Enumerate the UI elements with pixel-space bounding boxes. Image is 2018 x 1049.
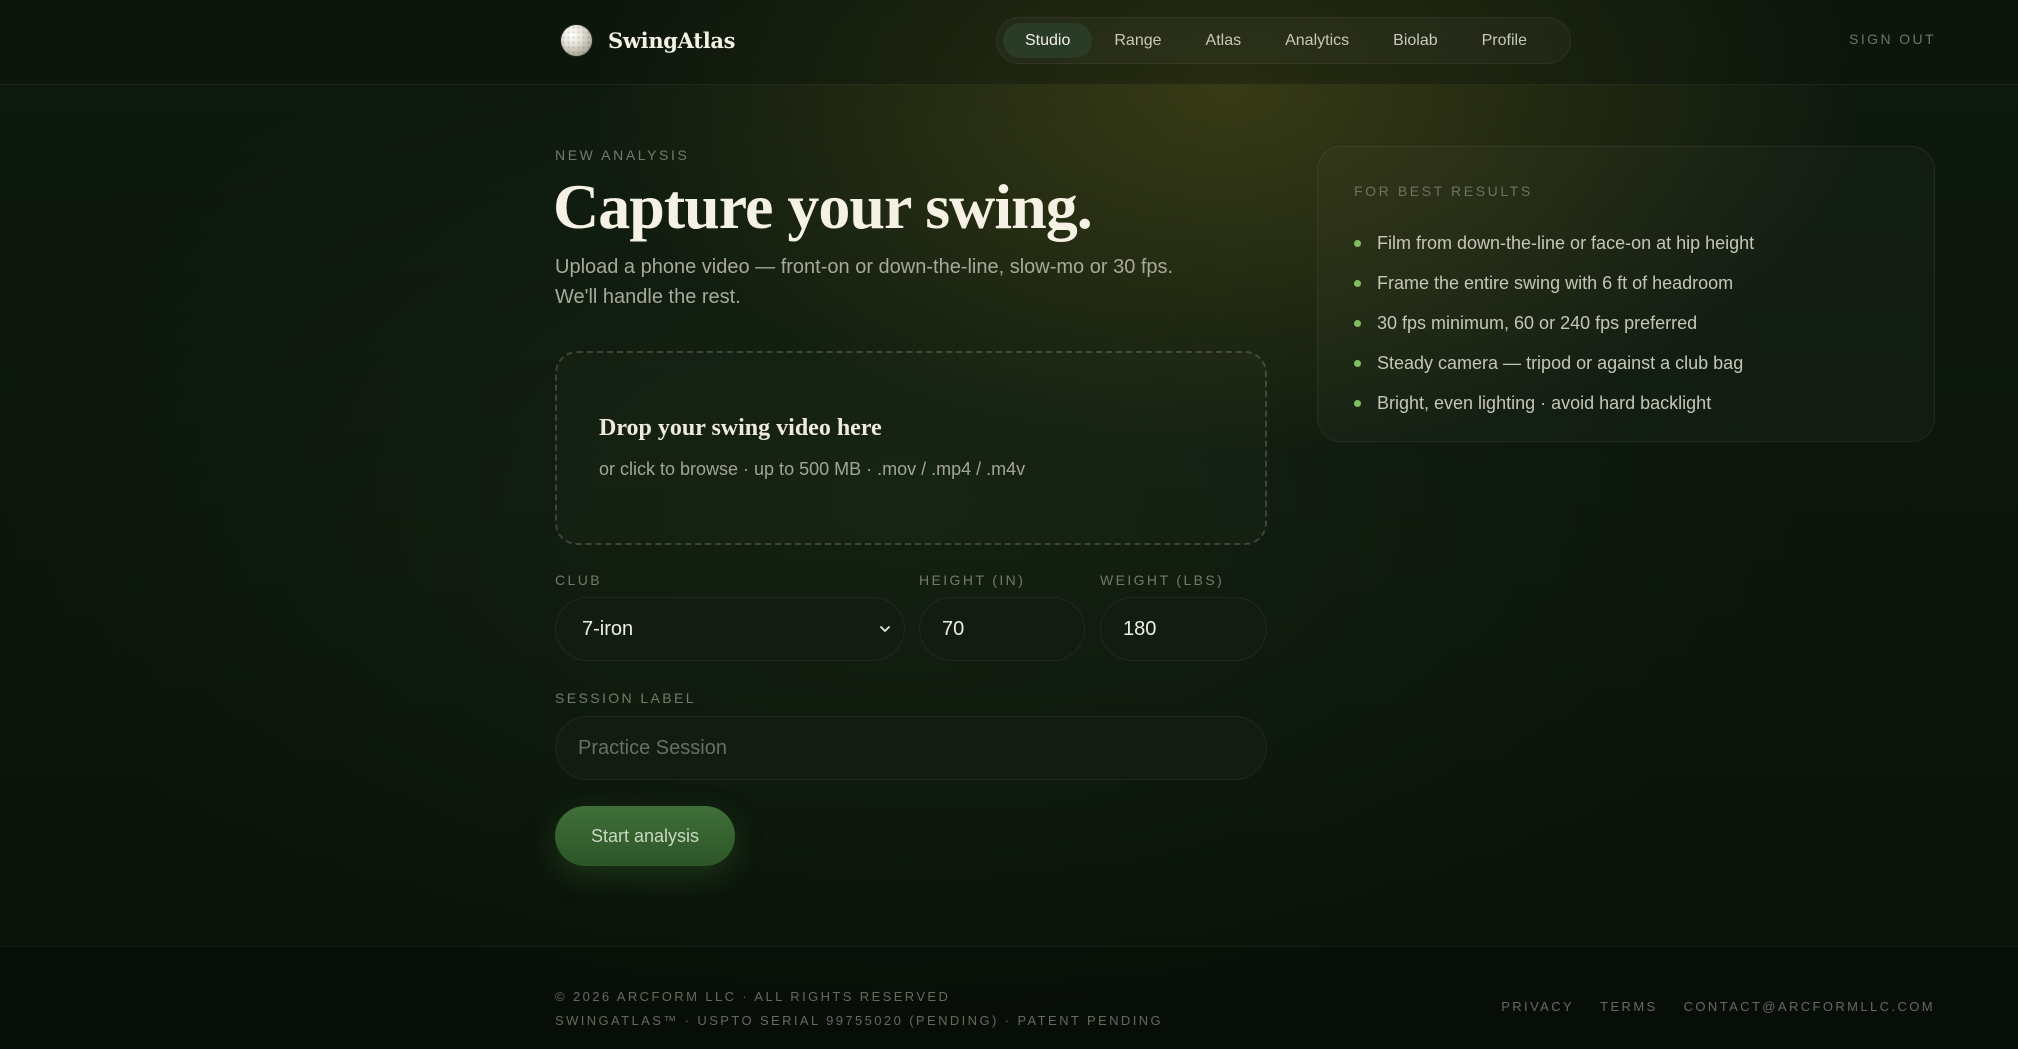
club-select-value: 7-iron bbox=[582, 617, 634, 640]
dropzone-hint: or click to browse · up to 500 MB · .mov… bbox=[599, 459, 1026, 479]
footer-links: PRIVACY TERMS CONTACT@ARCFORMLLC.COM bbox=[1501, 999, 1935, 1014]
bullet-icon bbox=[1354, 359, 1361, 367]
list-item: Film from down-the-line or face-on at hi… bbox=[1354, 223, 1754, 263]
tip-text: 30 fps minimum, 60 or 240 fps preferred bbox=[1377, 312, 1698, 333]
main-nav: Studio Range Atlas Analytics Biolab Prof… bbox=[996, 17, 1571, 64]
bullet-icon bbox=[1354, 399, 1361, 407]
nav-item-atlas[interactable]: Atlas bbox=[1184, 23, 1264, 58]
list-item: Steady camera — tripod or against a club… bbox=[1354, 343, 1754, 383]
best-results-card: FOR BEST RESULTS Film from down-the-line… bbox=[1317, 146, 1935, 442]
nav-item-analytics[interactable]: Analytics bbox=[1263, 23, 1371, 58]
club-label: CLUB bbox=[555, 572, 602, 588]
patent-text: SWINGATLAS™ · USPTO SERIAL 99755020 (PEN… bbox=[555, 1013, 1164, 1028]
contact-email-link[interactable]: CONTACT@ARCFORMLLC.COM bbox=[1684, 999, 1935, 1014]
club-select[interactable]: 7-iron bbox=[555, 597, 905, 661]
weight-label: WEIGHT (LBS) bbox=[1100, 572, 1225, 588]
top-bar: SwingAtlas Studio Range Atlas Analytics … bbox=[0, 0, 2018, 85]
bullet-icon bbox=[1354, 319, 1361, 327]
tips-list: Film from down-the-line or face-on at hi… bbox=[1354, 223, 1754, 423]
list-item: Frame the entire swing with 6 ft of head… bbox=[1354, 263, 1754, 303]
session-label: SESSION LABEL bbox=[555, 690, 696, 706]
brand-name: SwingAtlas bbox=[608, 27, 736, 53]
footer: © 2026 ARCFORM LLC · ALL RIGHTS RESERVED… bbox=[0, 946, 2018, 1049]
bullet-icon bbox=[1354, 279, 1361, 287]
weight-input[interactable]: 180 bbox=[1100, 597, 1267, 661]
tip-text: Bright, even lighting · avoid hard backl… bbox=[1377, 392, 1712, 413]
height-input[interactable]: 70 bbox=[919, 597, 1085, 661]
nav-item-studio[interactable]: Studio bbox=[1003, 23, 1093, 58]
weight-input-value: 180 bbox=[1123, 617, 1157, 640]
brand[interactable]: SwingAtlas bbox=[561, 24, 736, 56]
section-eyebrow: NEW ANALYSIS bbox=[555, 147, 690, 163]
video-dropzone[interactable]: Drop your swing video here or click to b… bbox=[555, 351, 1267, 545]
session-input-placeholder: Practice Session bbox=[578, 736, 727, 759]
page-title: Capture your swing. bbox=[553, 171, 1093, 242]
sign-out-link[interactable]: SIGN OUT bbox=[1849, 31, 1936, 47]
list-item: 30 fps minimum, 60 or 240 fps preferred bbox=[1354, 303, 1754, 343]
nav-item-profile[interactable]: Profile bbox=[1460, 23, 1549, 58]
chevron-down-icon bbox=[880, 626, 890, 632]
height-input-value: 70 bbox=[942, 617, 965, 640]
start-analysis-button[interactable]: Start analysis bbox=[555, 806, 735, 866]
nav-item-range[interactable]: Range bbox=[1092, 23, 1183, 58]
copyright-text: © 2026 ARCFORM LLC · ALL RIGHTS RESERVED bbox=[555, 989, 951, 1004]
list-item: Bright, even lighting · avoid hard backl… bbox=[1354, 383, 1754, 423]
height-label: HEIGHT (IN) bbox=[919, 572, 1026, 588]
dropzone-title: Drop your swing video here bbox=[599, 415, 882, 441]
session-label-input[interactable]: Practice Session bbox=[555, 716, 1267, 780]
tips-title: FOR BEST RESULTS bbox=[1354, 183, 1533, 199]
tip-text: Film from down-the-line or face-on at hi… bbox=[1377, 232, 1755, 253]
tip-text: Steady camera — tripod or against a club… bbox=[1377, 352, 1744, 373]
nav-item-biolab[interactable]: Biolab bbox=[1371, 23, 1459, 58]
tip-text: Frame the entire swing with 6 ft of head… bbox=[1377, 272, 1734, 293]
bullet-icon bbox=[1354, 239, 1361, 247]
terms-link[interactable]: TERMS bbox=[1600, 999, 1658, 1014]
privacy-link[interactable]: PRIVACY bbox=[1501, 999, 1574, 1014]
page-subtitle: Upload a phone video — front-on or down-… bbox=[555, 256, 1174, 308]
golf-ball-icon bbox=[561, 24, 592, 56]
